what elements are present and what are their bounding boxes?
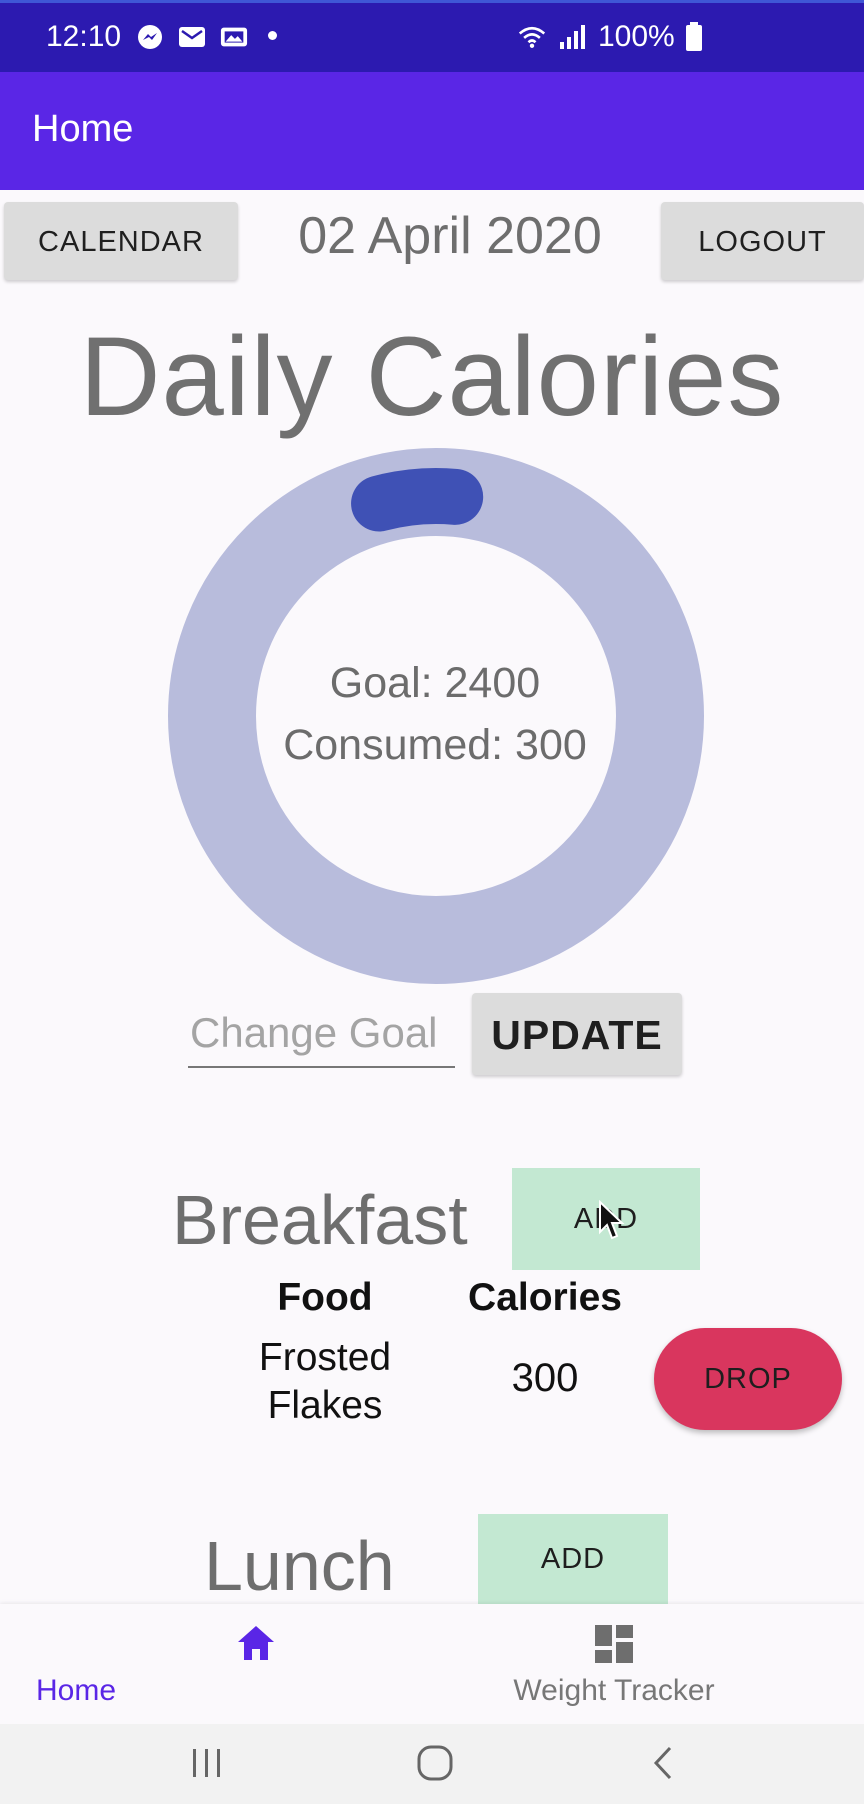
consumed-text: Consumed: 300 bbox=[283, 721, 587, 769]
update-button[interactable]: UPDATE bbox=[472, 993, 682, 1075]
drop-button[interactable]: DROP bbox=[654, 1328, 842, 1430]
daily-calories-title: Daily Calories bbox=[79, 314, 785, 439]
ring-summary: Goal: 2400 Consumed: 300 bbox=[250, 652, 620, 776]
lunch-add-button[interactable]: ADD bbox=[478, 1514, 668, 1604]
home-icon bbox=[238, 1626, 274, 1660]
gallery-mail-icon bbox=[220, 23, 248, 51]
status-time: 12:10 bbox=[46, 20, 122, 53]
battery-percent: 100% bbox=[598, 20, 675, 53]
goal-text: Goal: 2400 bbox=[329, 659, 541, 707]
dashboard-icon bbox=[595, 1625, 633, 1663]
food-item-name: Frosted Flakes bbox=[258, 1336, 392, 1427]
food-item-calories: 300 bbox=[511, 1356, 579, 1400]
calendar-button[interactable]: CALENDAR bbox=[4, 202, 238, 280]
status-bar: 12:10 100% bbox=[0, 0, 864, 72]
lunch-title: Lunch bbox=[204, 1527, 395, 1605]
messenger-icon bbox=[136, 23, 164, 51]
notification-dot-icon bbox=[268, 31, 277, 40]
change-goal-input[interactable] bbox=[188, 1000, 455, 1068]
logout-button[interactable]: LOGOUT bbox=[661, 202, 864, 280]
wifi-icon bbox=[518, 23, 546, 51]
recent-apps-icon[interactable] bbox=[190, 1746, 224, 1780]
nav-home-label: Home bbox=[35, 1674, 117, 1707]
current-date: 02 April 2020 bbox=[298, 207, 602, 265]
nav-weight-tracker-label: Weight Tracker bbox=[513, 1674, 715, 1707]
app-bar-title: Home bbox=[32, 108, 134, 150]
mouse-cursor-icon bbox=[599, 1200, 625, 1240]
system-navigation-bar bbox=[0, 1724, 864, 1804]
mail-icon bbox=[178, 23, 206, 51]
calories-column-header: Calories bbox=[468, 1276, 622, 1319]
app-bar: Home bbox=[0, 72, 864, 190]
nav-weight-tracker[interactable]: Weight Tracker bbox=[398, 1604, 830, 1724]
back-icon[interactable] bbox=[650, 1744, 676, 1782]
signal-icon bbox=[558, 23, 586, 51]
breakfast-title: Breakfast bbox=[172, 1181, 468, 1259]
bottom-navigation: Home Weight Tracker bbox=[0, 1604, 864, 1724]
food-column-header: Food bbox=[277, 1276, 373, 1319]
ring-progress bbox=[351, 468, 484, 532]
home-circle-icon[interactable] bbox=[416, 1744, 454, 1782]
battery-icon bbox=[680, 22, 708, 51]
